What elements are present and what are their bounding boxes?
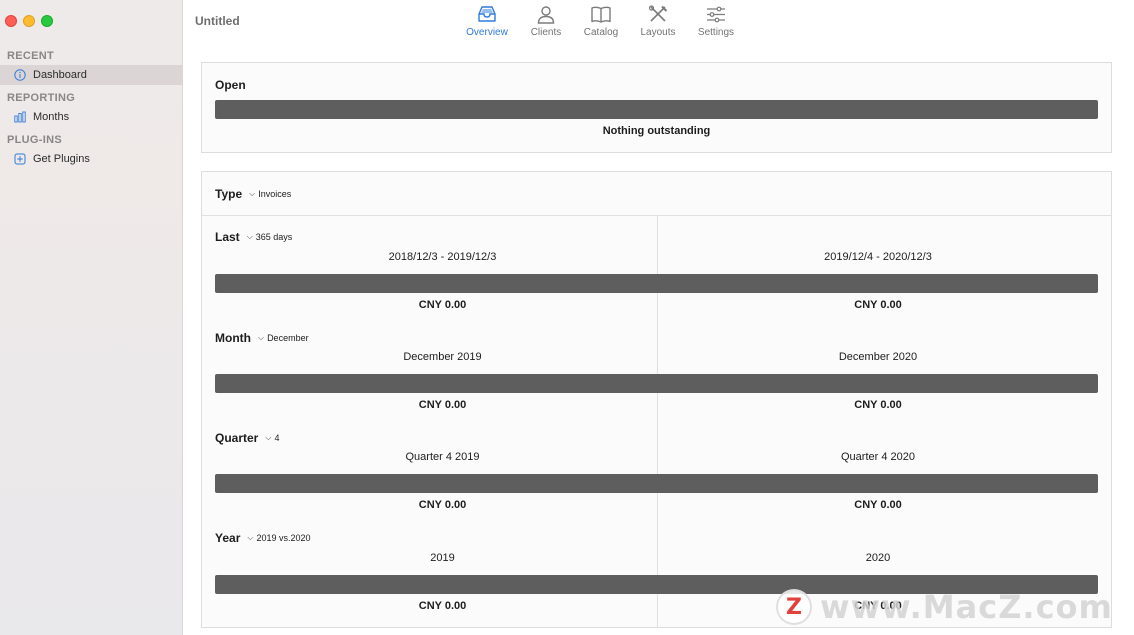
watermark-logo-icon: Z: [776, 589, 812, 625]
last-right-period: 2019/12/4 - 2020/12/3: [824, 251, 932, 263]
close-window-button[interactable]: [5, 15, 17, 27]
month-right-period: December 2020: [838, 351, 918, 363]
watermark-text: www.MacZ.com: [820, 588, 1113, 626]
sidebar-item-months[interactable]: Months: [0, 107, 183, 127]
open-progress-bar: [215, 100, 1098, 119]
sidebar-item-get-plugins[interactable]: Get Plugins: [0, 149, 183, 169]
month-right-amount: CNY 0.00: [854, 399, 902, 411]
sidebar-item-label: Dashboard: [33, 69, 87, 81]
year-dropdown-value: 2019 vs.2020: [256, 533, 311, 543]
open-status: Nothing outstanding: [602, 125, 711, 137]
year-label: Year: [215, 531, 241, 545]
year-dropdown[interactable]: ⌵ 2019 vs.2020: [247, 533, 310, 543]
chevron-down-icon: ⌵: [265, 433, 272, 442]
tray-icon: [478, 6, 496, 22]
open-panel: Open Nothing outstanding: [201, 62, 1112, 153]
window-controls: [5, 15, 53, 27]
last-dropdown-value: 365 days: [255, 232, 293, 242]
window-title: Untitled: [195, 14, 240, 28]
tab-overview[interactable]: Overview: [459, 5, 515, 39]
quarter-dropdown[interactable]: ⌵ 4: [265, 433, 279, 443]
tab-label: Settings: [697, 27, 735, 38]
sidebar-item-dashboard[interactable]: Dashboard: [0, 65, 183, 85]
tools-icon: [648, 5, 668, 22]
bar-chart-icon: [14, 111, 26, 123]
last-left-period: 2018/12/3 - 2019/12/3: [388, 251, 497, 263]
month-label: Month: [215, 331, 251, 345]
sidebar-section-plugins: PLUG-INS: [7, 134, 62, 146]
month-left-period: December 2019: [403, 351, 482, 363]
chevron-down-icon: ⌵: [249, 189, 256, 198]
sidebar: RECENT Dashboard REPORTING Months PLUG-I…: [0, 0, 183, 635]
tab-label: Clients: [530, 27, 562, 38]
month-left-amount: CNY 0.00: [418, 399, 467, 411]
tab-label: Layouts: [640, 27, 676, 38]
sliders-icon: [707, 6, 725, 23]
chevron-down-icon: ⌵: [246, 232, 253, 241]
quarter-right-period: Quarter 4 2020: [841, 451, 915, 463]
sidebar-section-recent: RECENT: [7, 50, 55, 62]
tab-label: Overview: [466, 27, 508, 38]
open-title: Open: [215, 78, 246, 92]
tab-clients[interactable]: Clients: [518, 5, 574, 39]
info-icon: [14, 69, 26, 81]
type-label: Type: [215, 187, 243, 201]
year-right-period: 2020: [865, 552, 891, 564]
last-right-amount: CNY 0.00: [854, 299, 902, 311]
tab-layouts[interactable]: Layouts: [630, 5, 686, 39]
last-bar: [215, 274, 1098, 293]
year-left-amount: CNY 0.00: [418, 600, 467, 612]
type-dropdown-value: Invoices: [258, 189, 292, 199]
year-left-period: 2019: [430, 552, 455, 564]
type-panel: Type ⌵ Invoices Last ⌵ 365 days 2018/12/3 …: [201, 171, 1112, 628]
watermark: Z www.MacZ.com: [776, 588, 1113, 626]
quarter-dropdown-value: 4: [274, 433, 280, 443]
tab-settings[interactable]: Settings: [688, 5, 744, 39]
sidebar-section-reporting: REPORTING: [7, 92, 76, 104]
last-label: Last: [215, 230, 240, 244]
last-dropdown[interactable]: ⌵ 365 days: [247, 232, 293, 242]
plus-square-icon: [14, 153, 26, 165]
book-icon: [591, 6, 611, 23]
year-row-header: Year ⌵ 2019 vs.2020: [215, 531, 310, 545]
month-row-header: Month ⌵ December: [215, 331, 309, 345]
tab-label: Catalog: [583, 27, 619, 38]
chevron-down-icon: ⌵: [257, 333, 265, 342]
sidebar-item-label: Months: [33, 111, 70, 123]
quarter-right-amount: CNY 0.00: [854, 499, 902, 511]
person-icon: [537, 6, 555, 24]
zoom-window-button[interactable]: [41, 15, 53, 27]
last-row-header: Last ⌵ 365 days: [215, 230, 292, 244]
quarter-left-amount: CNY 0.00: [418, 499, 467, 511]
quarter-bar: [215, 474, 1098, 493]
quarter-label: Quarter: [215, 431, 259, 445]
month-bar: [215, 374, 1098, 393]
month-dropdown[interactable]: ⌵ December: [258, 333, 309, 343]
last-left-amount: CNY 0.00: [418, 299, 467, 311]
sidebar-item-label: Get Plugins: [33, 153, 90, 165]
quarter-row-header: Quarter ⌵ 4: [215, 431, 279, 445]
type-header: Type ⌵ Invoices: [215, 187, 291, 201]
chevron-down-icon: ⌵: [247, 533, 254, 542]
type-dropdown[interactable]: ⌵ Invoices: [249, 189, 291, 199]
quarter-left-period: Quarter 4 2019: [405, 451, 480, 463]
tab-catalog[interactable]: Catalog: [573, 5, 629, 39]
month-dropdown-value: December: [267, 333, 309, 343]
minimize-window-button[interactable]: [23, 15, 35, 27]
